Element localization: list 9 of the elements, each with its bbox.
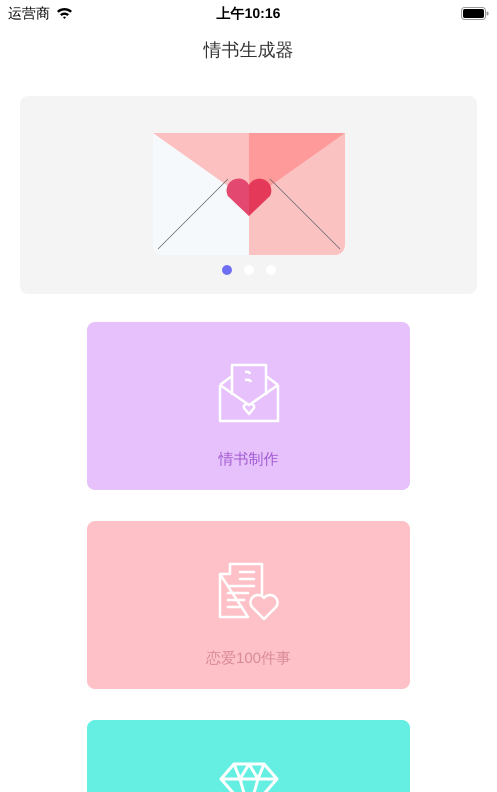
wifi-icon — [56, 7, 73, 19]
menu-card[interactable]: 情书制作 — [87, 322, 410, 490]
status-time: 上午10:16 — [216, 4, 280, 22]
diamond-icon — [218, 761, 280, 792]
envelope-letter-icon — [218, 363, 280, 423]
carrier-name: 运营商 — [8, 4, 50, 22]
nav-title: 情书生成器 — [204, 38, 294, 62]
document-heart-icon — [218, 562, 280, 622]
battery-icon — [461, 6, 489, 20]
